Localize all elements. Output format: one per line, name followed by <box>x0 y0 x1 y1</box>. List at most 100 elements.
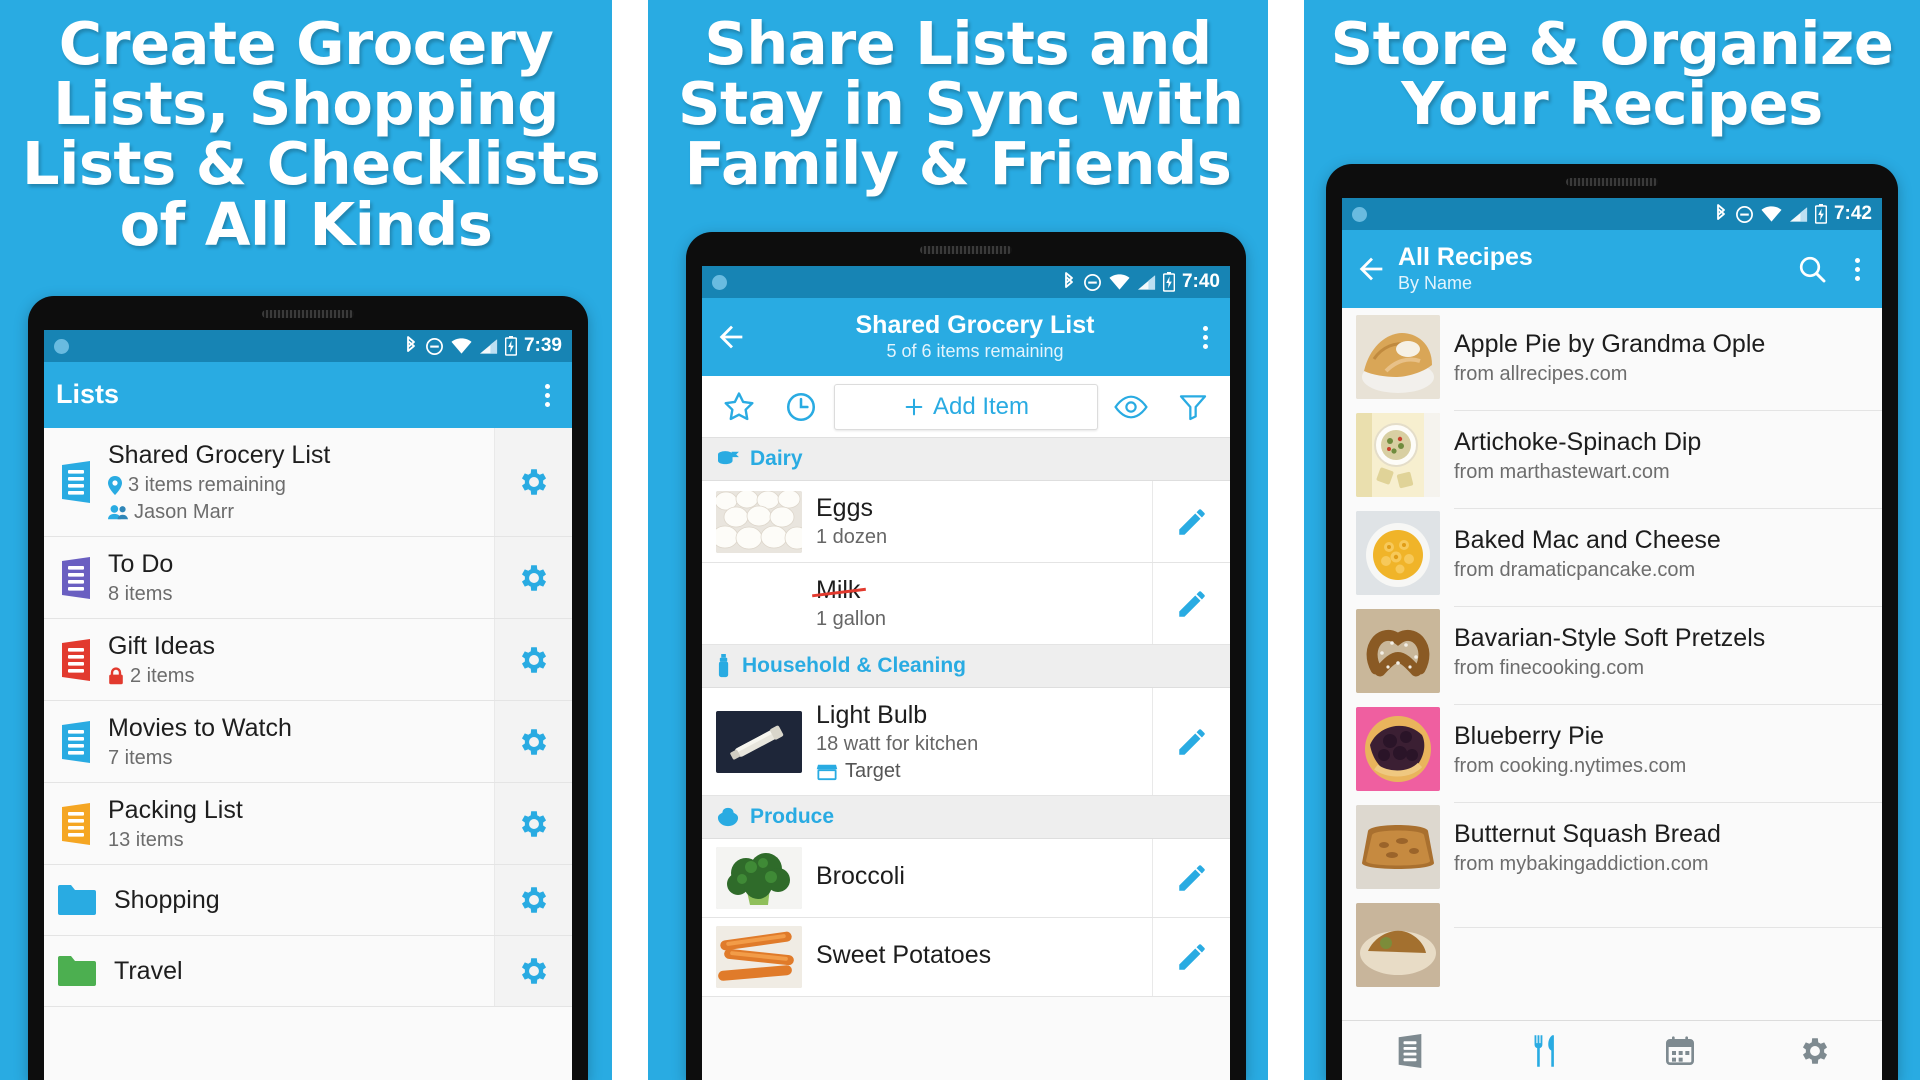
recipe-row[interactable]: Apple Pie by Grandma Ople from allrecipe… <box>1342 308 1882 406</box>
signal-icon <box>1789 206 1808 222</box>
list-item-row[interactable]: Sweet Potatoes <box>702 918 1230 997</box>
headline-1: Create Grocery Lists, Shopping Lists & C… <box>0 0 612 255</box>
recipe-row[interactable]: Baked Mac and Cheese from dramaticpancak… <box>1342 504 1882 602</box>
item-thumbnail <box>702 481 802 562</box>
edit-item-button[interactable] <box>1152 688 1230 795</box>
eggs-photo <box>716 490 802 553</box>
wifi-icon <box>451 337 472 354</box>
category-header: Produce <box>702 796 1230 839</box>
meal-plan-tab[interactable] <box>1612 1035 1747 1067</box>
item-detail: 1 gallon <box>816 608 887 630</box>
filter-button[interactable] <box>1164 391 1222 423</box>
kebab-menu-icon[interactable] <box>1844 252 1870 286</box>
bottom-navigation <box>1342 1020 1882 1080</box>
list-item[interactable]: Shopping <box>44 865 572 936</box>
recipe-source: from mybakingaddiction.com <box>1454 853 1709 875</box>
phone-mockup-1: 7:39 Lists Shared Grocery List 3 items r… <box>28 296 588 1080</box>
broccoli-photo <box>716 847 802 909</box>
item-detail: 1 dozen <box>816 526 888 548</box>
pencil-icon <box>1178 728 1205 755</box>
recipe-row[interactable] <box>1342 896 1882 994</box>
list-name: Travel <box>114 957 183 985</box>
list-settings-button[interactable] <box>494 428 572 536</box>
recipe-row[interactable]: Bavarian-Style Soft Pretzels from fineco… <box>1342 602 1882 700</box>
clock-time: 7:40 <box>1181 271 1220 292</box>
add-item-button[interactable]: Add Item <box>834 383 1098 430</box>
edit-item-button[interactable] <box>1152 839 1230 917</box>
recipe-source: from allrecipes.com <box>1454 362 1628 385</box>
star-button[interactable] <box>710 390 768 424</box>
add-item-label: Add Item <box>932 392 1030 420</box>
list-item[interactable]: Packing List 13 items <box>44 783 572 865</box>
list-settings-button[interactable] <box>494 783 572 864</box>
back-arrow-icon[interactable] <box>714 320 748 354</box>
phone-screen-1: 7:39 Lists Shared Grocery List 3 items r… <box>44 330 572 1080</box>
recipe-title: Apple Pie by Grandma Ople <box>1454 329 1766 358</box>
back-arrow-icon[interactable] <box>1354 252 1388 286</box>
search-icon[interactable] <box>1796 253 1828 285</box>
list-settings-button[interactable] <box>494 537 572 618</box>
bluetooth-icon <box>1065 272 1073 288</box>
edit-item-button[interactable] <box>1152 563 1230 644</box>
list-item-row[interactable]: Milk 1 gallon <box>702 563 1230 645</box>
lists-tab[interactable] <box>1342 1033 1477 1068</box>
page-subtitle: By Name <box>1398 272 1473 293</box>
dairy-icon <box>718 451 739 465</box>
list-item[interactable]: To Do 8 items <box>44 537 572 619</box>
partial-photo <box>1356 903 1440 987</box>
bluetooth-icon <box>407 336 415 352</box>
panel-divider <box>1268 0 1304 1080</box>
item-thumbnail <box>702 918 802 996</box>
notification-dot-icon <box>1352 206 1367 222</box>
signal-icon <box>479 338 498 354</box>
list-settings-button[interactable] <box>494 936 572 1006</box>
status-bar: 7:42 <box>1342 198 1882 230</box>
recent-items-button[interactable] <box>772 390 830 424</box>
edit-item-button[interactable] <box>1152 481 1230 562</box>
item-store: Target <box>845 760 901 782</box>
recipes-tab[interactable] <box>1477 1034 1612 1068</box>
edit-item-button[interactable] <box>1152 918 1230 996</box>
list-settings-button[interactable] <box>494 701 572 782</box>
list-icon <box>44 619 108 700</box>
do-not-disturb-icon <box>1084 273 1101 291</box>
list-settings-button[interactable] <box>494 865 572 935</box>
phone-speaker <box>262 310 354 318</box>
panel-shared-list: Share Lists and Stay in Sync with Family… <box>648 0 1268 1080</box>
list-item[interactable]: Travel <box>44 936 572 1007</box>
list-item-row[interactable]: Light Bulb 18 watt for kitchen Target <box>702 688 1230 796</box>
headline-line: Create Grocery <box>58 9 554 78</box>
list-item-row[interactable]: Eggs 1 dozen <box>702 481 1230 563</box>
kebab-menu-icon[interactable] <box>1192 320 1218 354</box>
squash-bread-photo <box>1356 805 1440 889</box>
recipe-row[interactable]: Artichoke-Spinach Dip from marthastewart… <box>1342 406 1882 504</box>
item-name: Broccoli <box>816 862 905 890</box>
kebab-menu-icon[interactable] <box>534 378 560 412</box>
list-item[interactable]: Movies to Watch 7 items <box>44 701 572 783</box>
headline-line: of All Kinds <box>119 189 493 259</box>
gear-icon <box>521 646 546 673</box>
status-bar: 7:40 <box>702 266 1230 298</box>
show-hide-button[interactable] <box>1102 392 1160 422</box>
gear-icon <box>521 469 546 495</box>
list-meta: 3 items remaining <box>128 474 286 496</box>
notification-dot-icon <box>712 274 727 290</box>
recipe-row[interactable]: Blueberry Pie from cooking.nytimes.com <box>1342 700 1882 798</box>
list-icon <box>44 701 108 782</box>
list-item[interactable]: Shared Grocery List 3 items remaining Ja… <box>44 428 572 537</box>
lightbulb-photo <box>716 710 802 773</box>
pretzel-photo <box>1356 609 1440 693</box>
recipe-row[interactable]: Butternut Squash Bread from mybakingaddi… <box>1342 798 1882 896</box>
phone-mockup-2: 7:40 Shared Grocery List 5 of 6 items re… <box>686 232 1246 1080</box>
list-item[interactable]: Gift Ideas 2 items <box>44 619 572 701</box>
list-settings-button[interactable] <box>494 619 572 700</box>
list-item-row[interactable]: Broccoli <box>702 839 1230 918</box>
settings-tab[interactable] <box>1747 1034 1882 1068</box>
phone-mockup-3: 7:42 All Recipes By Name Apple Pie by Gr… <box>1326 164 1898 1080</box>
list-meta: 13 items <box>108 829 184 851</box>
category-header: Dairy <box>702 438 1230 481</box>
panel-lists: Create Grocery Lists, Shopping Lists & C… <box>0 0 612 1080</box>
phone-speaker <box>1566 178 1658 186</box>
eye-icon <box>1114 395 1148 418</box>
folder-icon <box>44 865 108 935</box>
